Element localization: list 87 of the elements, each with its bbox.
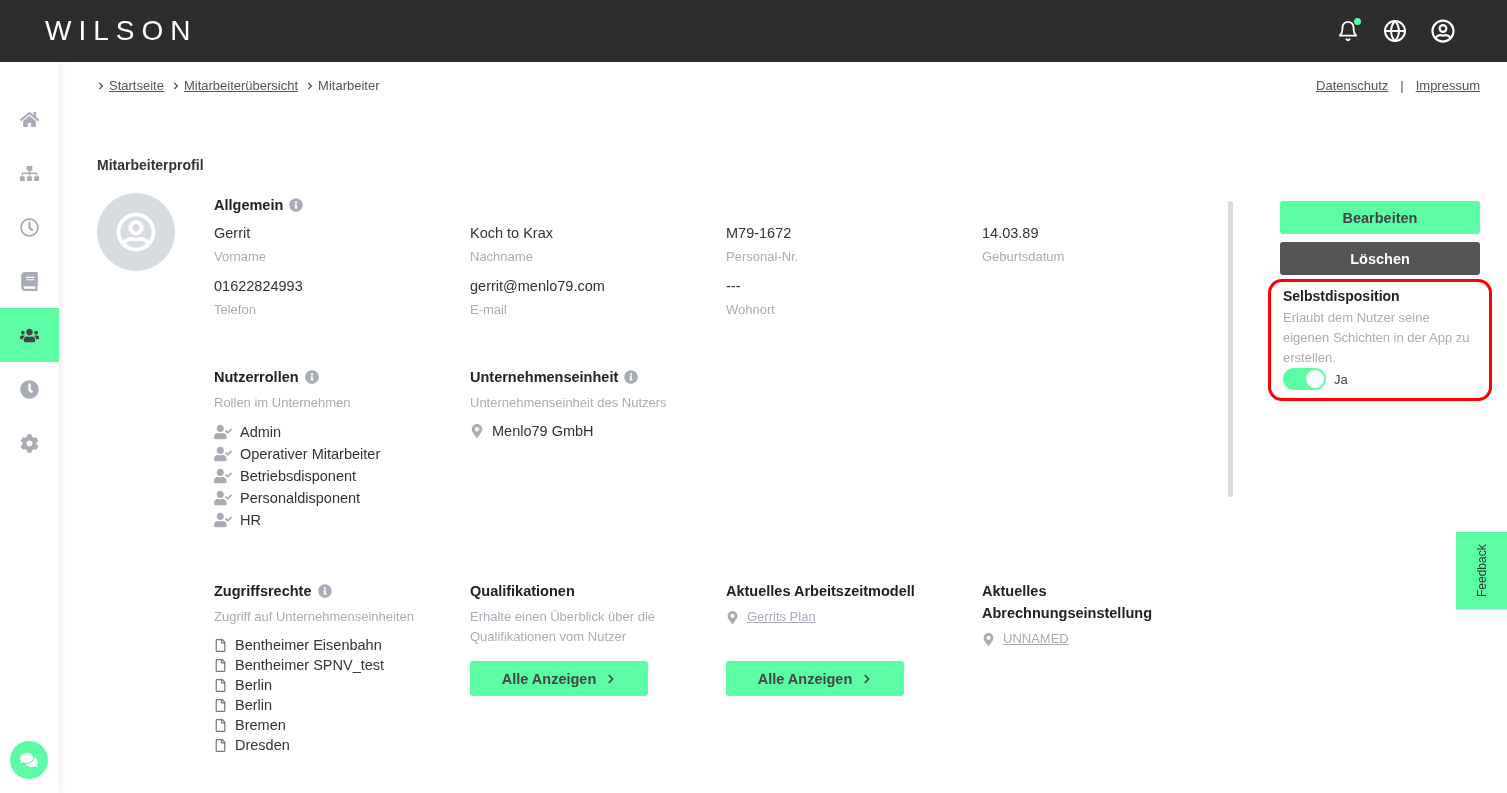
chevron-icon: [97, 81, 105, 90]
user-check-icon: [214, 445, 232, 463]
toggle-switch[interactable]: [1283, 368, 1326, 390]
section-title: Aktuelles Arbeitszeitmodell: [726, 583, 915, 599]
breadcrumb-link[interactable]: Mitarbeiterübersicht: [183, 78, 299, 93]
section-subtitle: Erhalte einen Überblick über die Qualifikationen vom Nutzer: [470, 608, 656, 646]
toggle-label: Ja: [1334, 371, 1348, 387]
unit-name: Bentheimer Eisenbahn: [235, 637, 382, 653]
role-label: Operativer Mitarbeiter: [240, 446, 381, 462]
delete-button[interactable]: Löschen: [1280, 242, 1480, 275]
section-subtitle: Zugriff auf Unternehmenseinheiten: [214, 608, 415, 626]
field-label: Vorname: [214, 249, 268, 264]
map-pin-icon: [726, 610, 739, 624]
map-pin-icon: [982, 632, 995, 646]
unit-name: Berlin: [235, 677, 273, 693]
user-check-icon: [214, 511, 232, 529]
section-title: Qualifikationen: [470, 583, 575, 599]
unit-name: Bremen: [235, 717, 286, 733]
section-title: Allgemein: [214, 197, 284, 213]
clock-icon: [20, 217, 39, 237]
role-label: Admin: [240, 424, 282, 440]
info-icon[interactable]: [317, 584, 332, 598]
section-subtitle: Rollen im Unternehmen: [214, 394, 352, 412]
role-label: Personaldisponent: [240, 490, 361, 506]
breadcrumb-link[interactable]: Startseite: [109, 78, 164, 93]
chat-button[interactable]: [10, 741, 48, 779]
settings-icon: [20, 433, 39, 453]
unit-name: Dresden: [235, 737, 290, 753]
info-icon[interactable]: [624, 370, 639, 384]
field-value: gerrit@menlo79.com: [470, 278, 606, 294]
section-title: Unternehmenseinheit: [470, 369, 619, 385]
file-icon: [214, 718, 227, 732]
role-label: Betriebsdisponent: [240, 468, 357, 484]
field-value: M79-1672: [726, 225, 793, 241]
link-separator: |: [1400, 78, 1404, 93]
field-label: Personal-Nr.: [726, 249, 800, 264]
breadcrumb-current: Mitarbeiter: [318, 78, 380, 93]
section-subtitle: Unternehmenseinheit des Nutzers: [470, 394, 668, 412]
unit-name: Berlin: [235, 697, 273, 713]
footer-link[interactable]: Impressum: [1415, 78, 1480, 93]
home-icon: [20, 109, 39, 129]
sidebar-item[interactable]: [0, 308, 59, 362]
show-all-button[interactable]: Alle Anzeigen: [726, 661, 904, 696]
globe-icon[interactable]: [1381, 17, 1409, 45]
feedback-tab[interactable]: Feedback: [1456, 532, 1507, 609]
field-value: Koch to Krax: [470, 225, 554, 241]
chevron-icon: [171, 81, 180, 90]
field-label: Telefon: [214, 302, 257, 317]
info-icon[interactable]: [289, 198, 304, 212]
file-icon: [214, 678, 227, 692]
book-icon: [20, 271, 39, 291]
unit-name: Bentheimer SPNV_test: [235, 657, 385, 673]
field-label: Wohnort: [726, 302, 776, 317]
field-label: Geburtsdatum: [982, 249, 1066, 264]
field-value: Gerrit: [214, 225, 252, 241]
unit-name: Menlo79 GmbH: [492, 423, 594, 439]
field-label: Nachname: [470, 249, 534, 264]
show-all-button[interactable]: Alle Anzeigen: [470, 661, 648, 696]
chevron-icon: [306, 81, 315, 90]
role-label: HR: [240, 512, 261, 528]
file-icon: [214, 698, 227, 712]
section-title: Abrechnungseinstellung: [982, 605, 1152, 621]
section-title: Nutzerrollen: [214, 369, 299, 385]
footer-link[interactable]: Datenschutz: [1316, 78, 1389, 93]
page-title: Mitarbeiterprofil: [97, 157, 205, 173]
map-pin-icon: [470, 424, 484, 438]
file-icon: [214, 738, 227, 752]
user-check-icon: [214, 423, 232, 441]
file-icon: [214, 658, 227, 672]
field-value: 14.03.89: [982, 225, 1040, 241]
chat-bubbles-icon: [20, 751, 38, 769]
info-icon[interactable]: [304, 370, 319, 384]
user-account-icon[interactable]: [1429, 17, 1457, 45]
clock-icon: [20, 379, 39, 399]
setting-description: Erlaubt dem Nutzer seine eigenen Schichten in der App zu erstellen.: [1283, 309, 1471, 367]
field-label: E-mail: [470, 302, 508, 317]
edit-button[interactable]: Bearbeiten: [1280, 201, 1480, 234]
file-icon: [214, 638, 227, 652]
field-value: 01622824993: [214, 278, 304, 294]
user-check-icon: [214, 467, 232, 485]
sitemap-icon: [20, 163, 39, 183]
setting-title: Selbstdisposition: [1283, 288, 1401, 304]
logo: WILSON: [45, 15, 198, 47]
section-title: Aktuelles: [982, 583, 1047, 599]
field-value: ---: [726, 278, 742, 294]
section-title: Zugriffsrechte: [214, 583, 312, 599]
user-check-icon: [214, 489, 232, 507]
